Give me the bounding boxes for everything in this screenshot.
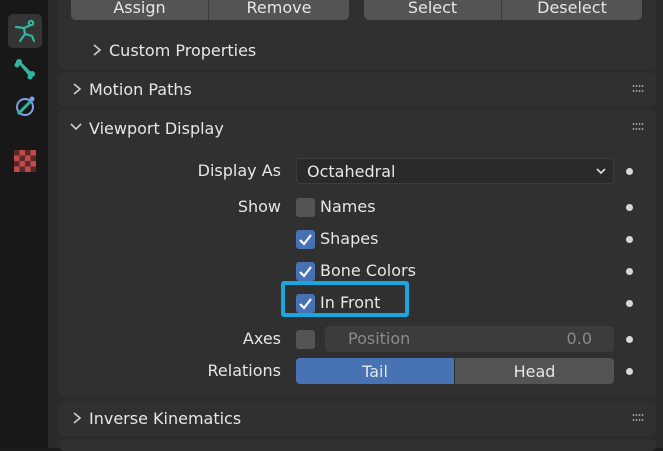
tab-pose[interactable] [8, 14, 42, 48]
select-button[interactable]: Select [364, 0, 502, 20]
relations-head-label: Head [513, 361, 556, 381]
checkbox-box [296, 294, 315, 313]
in-front-checkbox[interactable]: In Front [296, 293, 406, 315]
remove-button[interactable]: Remove [209, 0, 349, 20]
viewport-display-panel: Viewport Display [59, 110, 656, 397]
display-as-dropdown[interactable]: Octahedral [296, 158, 614, 184]
chevron-right-icon [73, 412, 82, 424]
relations-tail-button[interactable]: Tail [296, 358, 454, 384]
names-label: Names [320, 197, 376, 216]
checkbox-box [296, 262, 315, 281]
check-icon [299, 266, 312, 278]
motion-paths-panel-header[interactable]: Motion Paths [59, 72, 656, 107]
display-as-label: Display As [197, 161, 281, 180]
axes-position-field[interactable]: Position 0.0 [325, 326, 614, 352]
next-panel-header [59, 439, 656, 451]
inverse-kinematics-title: Inverse Kinematics [89, 409, 242, 428]
keyframe-dot-icon[interactable] [626, 268, 633, 275]
pose-icon [14, 19, 36, 43]
keyframe-dot-icon[interactable] [626, 368, 633, 375]
keyframe-dot-icon[interactable] [626, 336, 633, 343]
custom-properties-subpanel-header[interactable]: Custom Properties [89, 38, 389, 64]
tab-texture[interactable] [8, 144, 42, 178]
bone-colors-checkbox[interactable]: Bone Colors [296, 261, 496, 283]
assign-button[interactable]: Assign [71, 0, 209, 20]
deselect-label: Deselect [537, 0, 607, 17]
deselect-button[interactable]: Deselect [502, 0, 642, 20]
display-as-value: Octahedral [307, 162, 396, 181]
relations-label: Relations [207, 361, 281, 380]
position-label: Position [348, 329, 411, 348]
drag-handle-icon[interactable] [632, 85, 644, 93]
properties-tab-strip [0, 0, 48, 448]
axes-label: Axes [242, 329, 281, 348]
keyframe-dot-icon[interactable] [626, 204, 633, 211]
chevron-right-icon [93, 44, 102, 56]
select-label: Select [407, 0, 458, 17]
checkbox-box [296, 230, 315, 249]
show-label: Show [237, 197, 281, 216]
chevron-down-icon [596, 168, 606, 175]
check-icon [299, 298, 312, 310]
in-front-label: In Front [320, 293, 381, 312]
inverse-kinematics-panel-header[interactable]: Inverse Kinematics [59, 401, 656, 436]
axes-checkbox[interactable] [296, 330, 315, 349]
bone-colors-label: Bone Colors [320, 261, 416, 280]
relations-head-button[interactable]: Head [455, 358, 614, 384]
keyframe-dot-icon[interactable] [626, 236, 633, 243]
names-checkbox[interactable]: Names [296, 197, 496, 219]
position-value: 0.0 [566, 329, 592, 348]
chevron-right-icon [73, 83, 82, 95]
drag-handle-icon[interactable] [632, 414, 644, 422]
keyframe-dot-icon[interactable] [626, 168, 633, 175]
remove-label: Remove [246, 0, 312, 17]
shapes-checkbox[interactable]: Shapes [296, 229, 496, 251]
motion-paths-title: Motion Paths [89, 80, 192, 99]
texture-icon [14, 150, 36, 172]
tab-bone-constraints[interactable] [8, 90, 42, 124]
drag-handle-icon[interactable] [632, 123, 644, 131]
assign-label: Assign [113, 0, 166, 17]
viewport-display-title: Viewport Display [89, 119, 224, 138]
bone-icon [14, 59, 35, 80]
check-icon [299, 234, 312, 246]
shapes-label: Shapes [320, 229, 379, 248]
keyframe-dot-icon[interactable] [626, 300, 633, 307]
viewport-display-panel-header[interactable]: Viewport Display [59, 110, 656, 145]
chevron-down-icon [70, 123, 82, 131]
checkbox-box [296, 198, 315, 217]
bone-groups-panel: Assign Remove Select Deselect Custom Pro… [59, 0, 656, 70]
custom-properties-label: Custom Properties [109, 41, 257, 60]
relations-tail-label: Tail [362, 361, 388, 381]
tab-bone[interactable] [8, 52, 42, 86]
bone-constraint-icon [16, 96, 35, 116]
